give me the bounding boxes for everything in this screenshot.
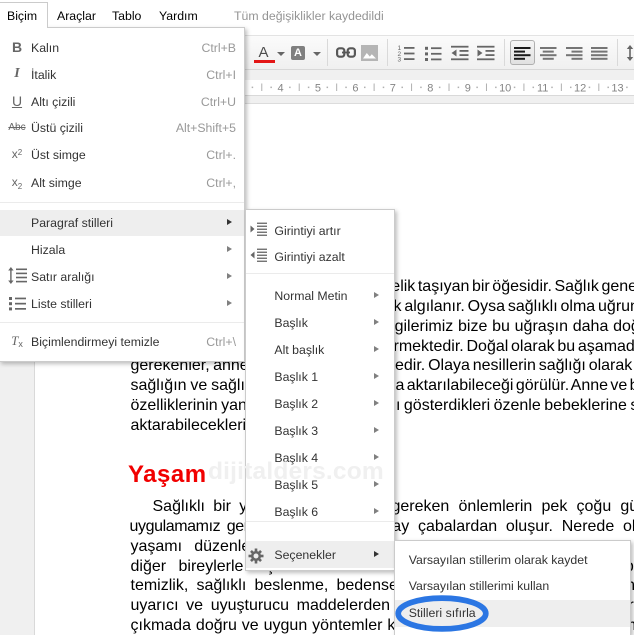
svg-text:9: 9	[465, 83, 471, 95]
svg-text:3: 3	[398, 57, 402, 64]
svg-text:8: 8	[427, 83, 433, 95]
svg-text:10: 10	[499, 83, 511, 95]
svg-text:6: 6	[352, 83, 358, 95]
svg-text:13: 13	[611, 83, 623, 95]
svg-text:5: 5	[315, 83, 321, 95]
svg-text:4: 4	[277, 83, 283, 95]
svg-text:11: 11	[537, 83, 548, 95]
svg-text:7: 7	[390, 83, 396, 95]
svg-text:12: 12	[574, 83, 586, 95]
